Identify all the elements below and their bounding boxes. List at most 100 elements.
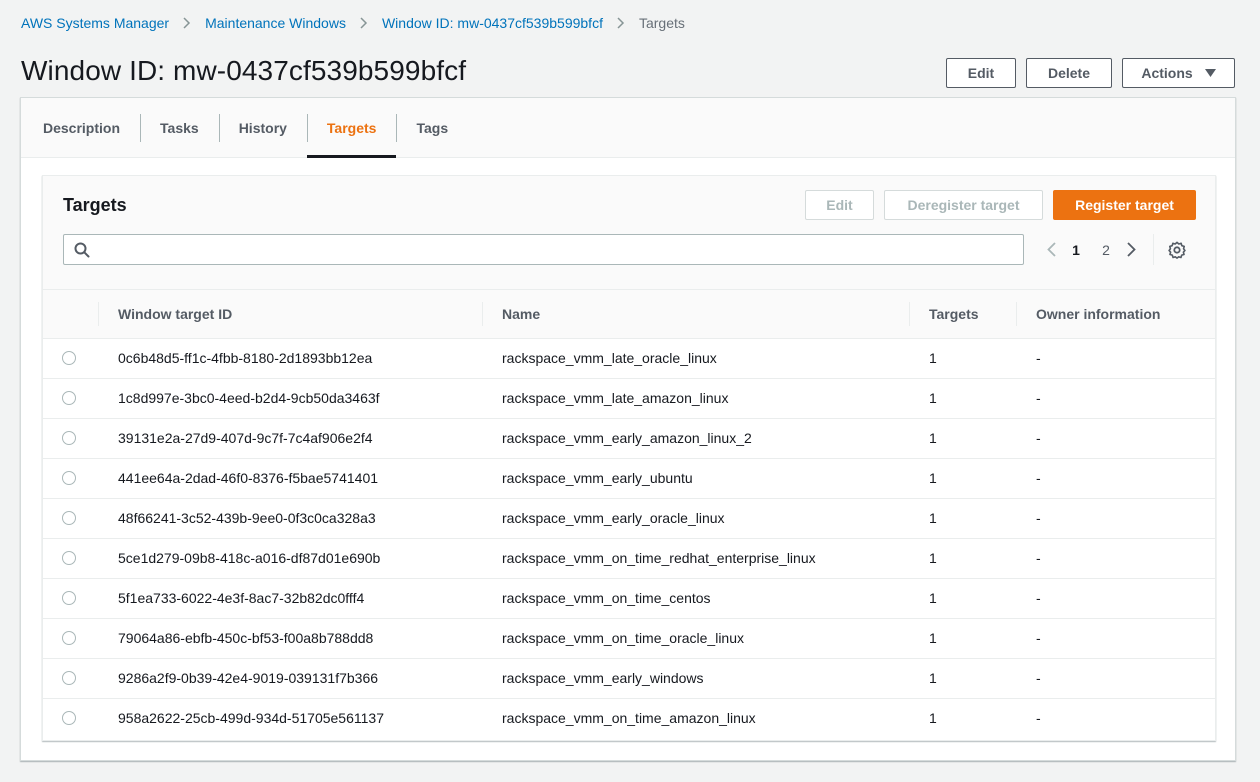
targets-actions: Edit Deregister target Register target [805,190,1196,220]
tab-bar: Description Tasks History Targets Tags [21,98,1235,158]
table-row[interactable]: 0c6b48d5-ff1c-4fbb-8180-2d1893bb12ea rack… [43,338,1215,378]
chevron-right-icon [183,17,191,29]
table-row[interactable]: 441ee64a-2dad-46f0-8376-f5bae5741401 rack… [43,458,1215,498]
pagination: 1 2 [1041,234,1186,265]
table-header-row: Window target ID Name Targets Owner info… [43,290,1215,338]
row-select-cell [43,418,98,458]
name-cell: rackspace_vmm_on_time_oracle_linux [502,630,745,646]
caret-down-icon [1204,69,1216,77]
register-target-button[interactable]: Register target [1053,190,1196,220]
column-header-owner-information[interactable]: Owner information [1016,290,1215,338]
name-cell: rackspace_vmm_on_time_centos [502,590,711,606]
row-select-cell [43,458,98,498]
tab-targets[interactable]: Targets [306,98,397,158]
row-radio-button[interactable] [62,431,76,445]
name-cell: rackspace_vmm_on_time_redhat_enterprise_… [502,550,816,566]
owner-information-cell: - [1036,350,1041,366]
breadcrumb-link-maintenance-windows[interactable]: Maintenance Windows [205,15,346,31]
deregister-target-button[interactable]: Deregister target [884,190,1043,220]
next-page-icon[interactable] [1121,242,1141,257]
edit-window-button[interactable]: Edit [946,58,1016,88]
name-cell: rackspace_vmm_late_amazon_linux [502,390,729,406]
column-header-name[interactable]: Name [482,290,909,338]
breadcrumb-link-window-id[interactable]: Window ID: mw-0437cf539b599bfcf [382,15,603,31]
owner-information-cell: - [1036,710,1041,727]
table-row[interactable]: 39131e2a-27d9-407d-9c7f-7c4af906e2f4 rack… [43,418,1215,458]
window-target-id-cell: 5ce1d279-09b8-418c-a016-df87d01e690b [118,550,381,566]
row-radio-button[interactable] [62,551,76,565]
owner-information-cell: - [1036,430,1041,446]
owner-information-cell: - [1036,510,1041,526]
tab-description[interactable]: Description [43,98,140,157]
targets-panel: Targets Edit Deregister target Register … [42,175,1216,741]
name-cell: rackspace_vmm_early_ubuntu [502,470,693,486]
table-row[interactable]: 5f1ea733-6022-4e3f-8ac7-32b82dc0fff4 rack… [43,578,1215,618]
select-column-header [43,290,98,338]
targets-table: Window target ID Name Targets Owner info… [43,290,1215,738]
targets-count-cell: 1 [929,390,937,406]
table-row[interactable]: 79064a86-ebfb-450c-bf53-f00a8b788dd8 rack… [43,618,1215,658]
table-row[interactable]: 5ce1d279-09b8-418c-a016-df87d01e690b rack… [43,538,1215,578]
targets-count-cell: 1 [929,510,937,526]
window-target-id-cell: 1c8d997e-3bc0-4eed-b2d4-9cb50da3463f [118,390,380,406]
owner-information-cell: - [1036,630,1041,646]
chevron-right-icon [360,17,368,29]
window-target-id-cell: 39131e2a-27d9-407d-9c7f-7c4af906e2f4 [118,430,373,446]
name-cell: rackspace_vmm_early_windows [502,670,704,686]
page-2[interactable]: 2 [1091,242,1121,258]
actions-dropdown-button[interactable]: Actions [1122,58,1235,88]
row-radio-button[interactable] [62,351,76,365]
window-target-id-cell: 48f66241-3c52-439b-9ee0-0f3c0ca328a3 [118,510,376,526]
table-row[interactable]: 958a2622-25cb-499d-934d-51705e561137 rack… [43,698,1215,738]
name-cell: rackspace_vmm_on_time_amazon_linux [502,710,756,727]
targets-panel-title: Targets [63,195,127,215]
name-cell: rackspace_vmm_early_oracle_linux [502,510,725,526]
row-select-cell [43,578,98,618]
tab-tags[interactable]: Tags [396,98,468,157]
targets-count-cell: 1 [929,550,937,566]
window-target-id-cell: 79064a86-ebfb-450c-bf53-f00a8b788dd8 [118,630,374,646]
owner-information-cell: - [1036,590,1041,606]
tab-history[interactable]: History [218,98,307,157]
row-radio-button[interactable] [62,471,76,485]
owner-information-cell: - [1036,470,1041,486]
search-field[interactable] [63,234,1024,265]
delete-window-button[interactable]: Delete [1026,58,1112,88]
column-header-targets[interactable]: Targets [909,290,1016,338]
chevron-right-icon [617,17,625,29]
header-actions: Edit Delete Actions [946,58,1235,88]
name-cell: rackspace_vmm_late_oracle_linux [502,350,717,366]
table-row[interactable]: 1c8d997e-3bc0-4eed-b2d4-9cb50da3463f rack… [43,378,1215,418]
breadcrumb-link-systems-manager[interactable]: AWS Systems Manager [21,15,169,31]
targets-count-cell: 1 [929,430,937,446]
window-target-id-cell: 0c6b48d5-ff1c-4fbb-8180-2d1893bb12ea [118,350,373,366]
actions-label: Actions [1141,65,1193,81]
targets-count-cell: 1 [929,630,937,646]
row-radio-button[interactable] [62,671,76,685]
edit-target-button[interactable]: Edit [805,190,874,220]
window-details-panel: Description Tasks History Targets Tags T… [20,97,1236,761]
breadcrumb-current: Targets [638,15,685,31]
table-row[interactable]: 9286a2f9-0b39-42e4-9019-039131f7b366 rack… [43,658,1215,698]
row-radio-button[interactable] [62,511,76,525]
targets-count-cell: 1 [929,670,937,686]
table-row[interactable]: 48f66241-3c52-439b-9ee0-0f3c0ca328a3 rack… [43,498,1215,538]
window-target-id-cell: 441ee64a-2dad-46f0-8376-f5bae5741401 [118,470,379,486]
page-1[interactable]: 1 [1061,242,1091,258]
owner-information-cell: - [1036,390,1041,406]
row-radio-button[interactable] [62,591,76,605]
tab-tasks[interactable]: Tasks [140,98,219,157]
search-icon [64,242,94,258]
row-radio-button[interactable] [62,631,76,645]
row-select-cell [43,498,98,538]
row-radio-button[interactable] [62,711,76,726]
search-input[interactable] [94,235,1023,264]
column-header-window-target-id[interactable]: Window target ID [98,290,482,338]
row-select-cell [43,698,98,738]
window-target-id-cell: 958a2622-25cb-499d-934d-51705e561137 [118,710,384,727]
gear-icon[interactable] [1168,241,1186,259]
row-select-cell [43,538,98,578]
row-radio-button[interactable] [62,391,76,405]
previous-page-icon[interactable] [1041,242,1061,257]
pagination-divider [1153,234,1154,265]
